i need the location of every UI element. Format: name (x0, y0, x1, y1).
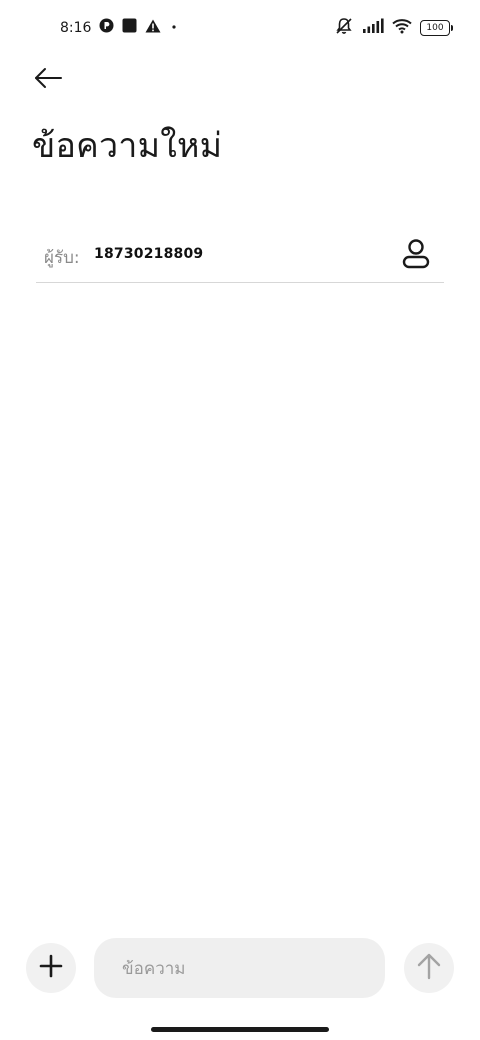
recipient-input[interactable]: 18730218809 (94, 246, 203, 262)
circle-p-notification-icon (99, 18, 114, 37)
message-input[interactable]: ข้อความ (94, 938, 385, 998)
send-button[interactable] (404, 943, 454, 993)
message-placeholder: ข้อความ (122, 958, 186, 979)
status-bar-left: 8:16 (60, 18, 179, 37)
dot-icon (169, 20, 179, 36)
new-message-screen: 8:16 100 ข้อความใหม่ ผู้รับ: 18730218809… (0, 0, 480, 1040)
square-notification-icon (122, 18, 137, 37)
status-bar: 8:16 100 (0, 0, 480, 56)
recipient-label: ผู้รับ: (44, 248, 80, 268)
arrow-up-icon (416, 952, 442, 984)
contact-person-icon (401, 238, 431, 274)
back-arrow-icon (33, 67, 63, 93)
recipient-field[interactable]: ผู้รับ: 18730218809 (36, 228, 444, 283)
signal-icon (362, 18, 384, 38)
mute-icon (334, 16, 354, 40)
wifi-icon (392, 18, 412, 38)
page-title: ข้อความใหม่ (32, 126, 223, 166)
contact-picker-button[interactable] (398, 238, 434, 274)
warning-icon (145, 19, 161, 37)
plus-icon (39, 954, 63, 982)
home-indicator[interactable] (151, 1027, 329, 1032)
back-button[interactable] (28, 62, 68, 98)
battery-level: 100 (426, 22, 444, 33)
battery-icon: 100 (420, 20, 453, 36)
status-time: 8:16 (60, 19, 92, 36)
status-bar-right: 100 (334, 16, 453, 40)
add-attachment-button[interactable] (26, 943, 76, 993)
